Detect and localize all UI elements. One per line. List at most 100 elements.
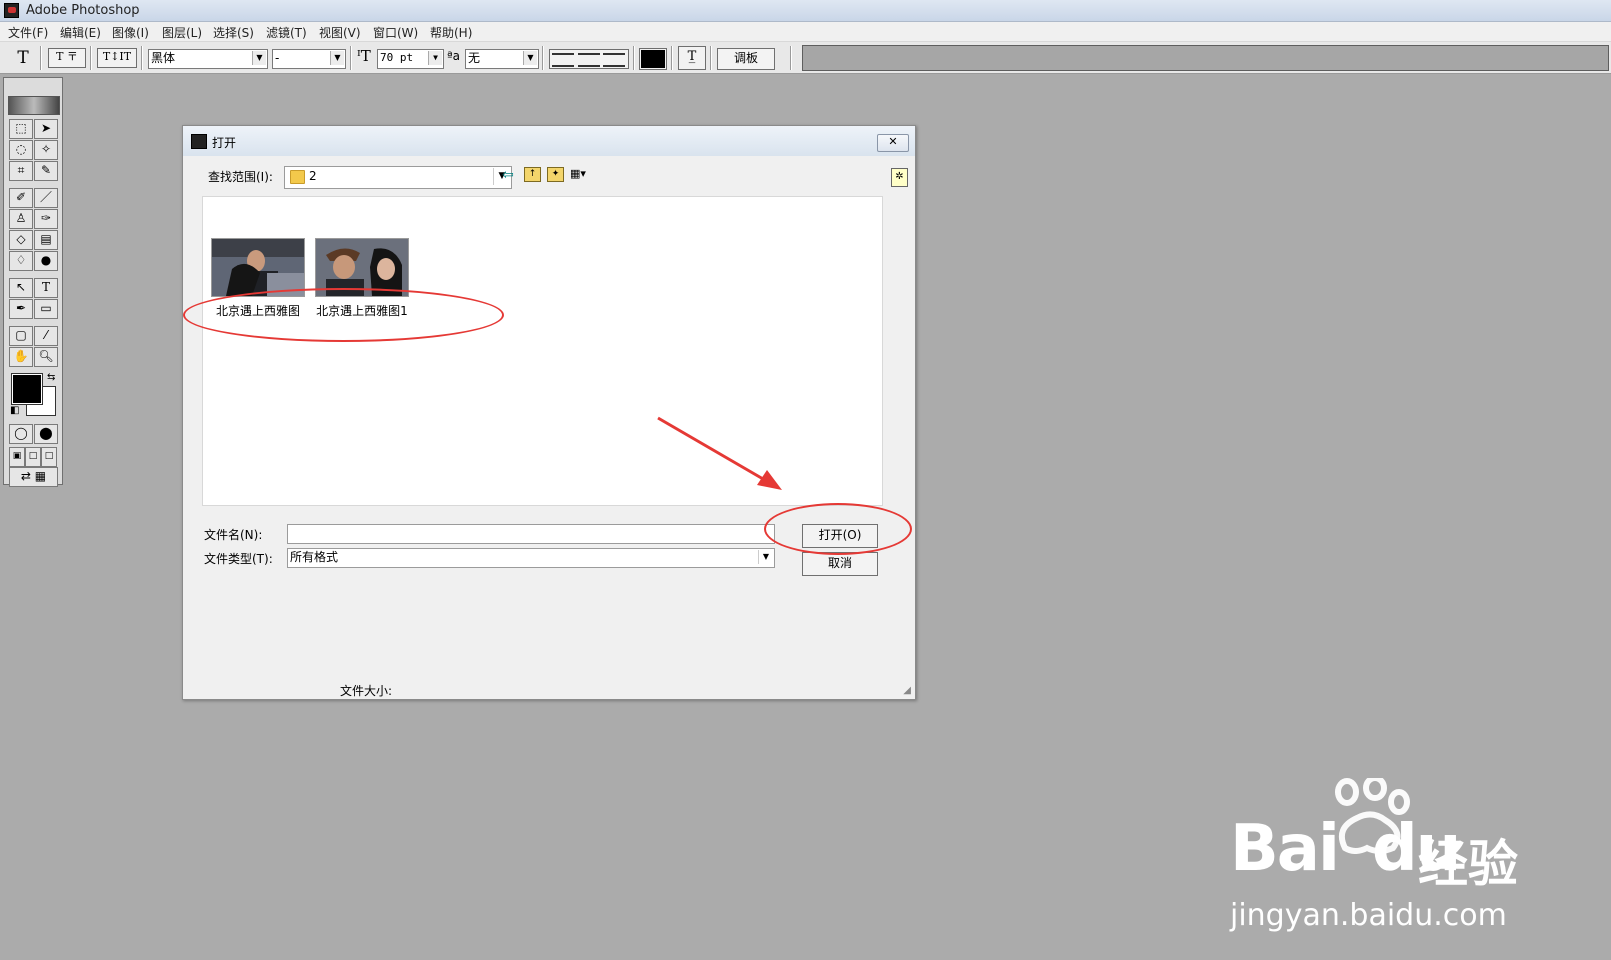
chevron-down-icon: ▼	[252, 51, 266, 65]
toolbox-panel: ⬚ ➤ ◌ ✧ ⌗ ✎ ✐ ／ ♙ ✑ ◇ ▤ ♢ ● ↖ T ✒ ▭ ▢ ⁄ …	[3, 77, 63, 487]
warp-text-icon[interactable]: T̲	[678, 46, 706, 70]
healing-brush-tool-icon[interactable]: ✐	[9, 188, 33, 208]
font-size-select[interactable]: 70 pt ▼	[377, 49, 444, 69]
pen-tool-icon[interactable]: ✒	[9, 299, 33, 319]
eraser-tool-icon[interactable]: ◇	[9, 230, 33, 250]
open-file-dialog: 打开 ✕ 查找范围(I): 2 ▼ ⇦ ↑ ✦ ▦▾ ✲ 北京遇上西雅图 北京遇…	[182, 125, 916, 700]
window-title-bar: Adobe Photoshop	[0, 0, 1611, 22]
move-tool-icon[interactable]: ➤	[34, 119, 58, 139]
filesize-label: 文件大小:	[340, 684, 393, 698]
zoom-tool-icon[interactable]: 🔍︎	[34, 347, 58, 367]
filetype-value: 所有格式	[290, 550, 339, 564]
lasso-tool-icon[interactable]: ◌	[9, 140, 33, 160]
look-in-select[interactable]: 2 ▼	[284, 166, 512, 189]
palette-button[interactable]: 调板	[717, 48, 775, 70]
marquee-tool-icon[interactable]: ⬚	[9, 119, 33, 139]
filename-input[interactable]	[287, 524, 775, 544]
watermark-tagline: 经验	[1418, 835, 1518, 893]
path-selection-tool-icon[interactable]: ↖	[9, 278, 33, 298]
type-tool-icon[interactable]: T	[12, 48, 34, 68]
jump-to-imageready-icon[interactable]: ⇄ ▦	[9, 467, 58, 487]
blur-tool-icon[interactable]: ♢	[9, 251, 33, 271]
align-right-icon[interactable]	[603, 53, 625, 67]
watermark-brand: Bai	[1230, 812, 1340, 886]
screen-mode-full-icon[interactable]: □	[41, 447, 57, 467]
menu-bar: 文件(F) 编辑(E) 图像(I) 图层(L) 选择(S) 滤镜(T) 视图(V…	[0, 22, 1611, 42]
menu-edit[interactable]: 编辑(E)	[58, 24, 103, 41]
close-icon[interactable]: ✕	[877, 134, 909, 152]
menu-layer[interactable]: 图层(L)	[160, 24, 204, 41]
back-icon[interactable]: ⇦	[502, 167, 514, 183]
antialias-select[interactable]: 无 ▼	[465, 49, 539, 69]
photoshop-app-icon	[4, 3, 19, 18]
quick-mask-mode-icon[interactable]: ⬤	[34, 424, 58, 444]
view-menu-icon[interactable]: ▦▾	[570, 168, 598, 180]
foreground-color-swatch[interactable]	[11, 373, 43, 405]
antialias-value: 无	[468, 51, 481, 65]
cancel-button[interactable]: 取消	[802, 552, 878, 576]
color-picker-group: ⇆ ◧	[9, 372, 58, 418]
window-title: Adobe Photoshop	[26, 3, 140, 18]
text-align-group	[549, 49, 629, 69]
up-folder-icon[interactable]: ↑	[524, 167, 541, 182]
file-thumbnail-1[interactable]	[211, 238, 305, 297]
eyedropper-tool-icon[interactable]: ⁄	[34, 326, 58, 346]
font-size-value: 70 pt	[380, 51, 414, 64]
swap-colors-icon[interactable]: ⇆	[47, 372, 55, 383]
color-swatch-fill	[641, 50, 665, 68]
default-colors-icon[interactable]: ◧	[10, 405, 19, 416]
resize-grip-icon[interactable]: ◢	[903, 685, 911, 696]
gradient-tool-icon[interactable]: ▤	[34, 230, 58, 250]
crop-tool-icon[interactable]: ⌗	[9, 161, 33, 181]
filetype-select[interactable]: 所有格式 ▼	[287, 548, 775, 568]
text-orientation-toggle[interactable]: T 〒	[48, 48, 86, 68]
font-style-value: -	[275, 51, 280, 65]
brush-tool-icon[interactable]: ／	[34, 188, 58, 208]
chevron-down-icon: ▼	[330, 51, 344, 65]
watermark-url: jingyan.baidu.com	[1230, 898, 1507, 933]
look-in-value: 2	[309, 169, 317, 183]
preview-toggle-icon[interactable]: ✲	[891, 168, 908, 187]
antialias-icon: ªa	[447, 49, 461, 63]
align-center-icon[interactable]	[578, 53, 600, 67]
shape-tool-icon[interactable]: ▭	[34, 299, 58, 319]
menu-image[interactable]: 图像(I)	[110, 24, 151, 41]
text-warp-toggle[interactable]: T↕IT	[97, 48, 137, 68]
slice-tool-icon[interactable]: ✎	[34, 161, 58, 181]
annotation-circle-open-button	[764, 503, 912, 555]
magic-wand-tool-icon[interactable]: ✧	[34, 140, 58, 160]
hand-tool-icon[interactable]: ✋	[9, 347, 33, 367]
chevron-down-icon: ▼	[428, 51, 442, 65]
palette-well	[802, 45, 1609, 71]
menu-filter[interactable]: 滤镜(T)	[264, 24, 309, 41]
type-tool-icon[interactable]: T	[34, 278, 58, 298]
folder-icon	[290, 170, 305, 184]
menu-window[interactable]: 窗口(W)	[371, 24, 420, 41]
menu-select[interactable]: 选择(S)	[211, 24, 256, 41]
clone-stamp-tool-icon[interactable]: ♙	[9, 209, 33, 229]
filename-label: 文件名(N):	[204, 528, 263, 542]
screen-mode-standard-icon[interactable]: ▣	[9, 447, 25, 467]
menu-file[interactable]: 文件(F)	[6, 24, 50, 41]
dodge-tool-icon[interactable]: ●	[34, 251, 58, 271]
menu-view[interactable]: 视图(V)	[317, 24, 363, 41]
baidu-jingyan-watermark: Bai du 经验 jingyan.baidu.com	[1230, 778, 1530, 938]
look-in-label: 查找范围(I):	[208, 170, 273, 184]
font-style-select[interactable]: - ▼	[272, 49, 346, 69]
chevron-down-icon: ▼	[523, 51, 537, 65]
photoshop-app-icon	[191, 134, 207, 149]
chevron-down-icon: ▼	[758, 550, 773, 564]
align-left-icon[interactable]	[552, 53, 574, 67]
new-folder-icon[interactable]: ✦	[547, 167, 564, 182]
dialog-title: 打开	[212, 136, 237, 150]
history-brush-tool-icon[interactable]: ✑	[34, 209, 58, 229]
toolbox-header-logo	[8, 96, 60, 115]
screen-mode-full-menu-icon[interactable]: □	[25, 447, 41, 467]
photo-thumbnail-image	[212, 239, 304, 296]
standard-mode-icon[interactable]: ◯	[9, 424, 33, 444]
filetype-label: 文件类型(T):	[204, 552, 273, 566]
notes-tool-icon[interactable]: ▢	[9, 326, 33, 346]
menu-help[interactable]: 帮助(H)	[428, 24, 474, 41]
text-color-swatch[interactable]	[639, 48, 667, 70]
font-family-select[interactable]: 黑体 ▼	[148, 49, 268, 69]
